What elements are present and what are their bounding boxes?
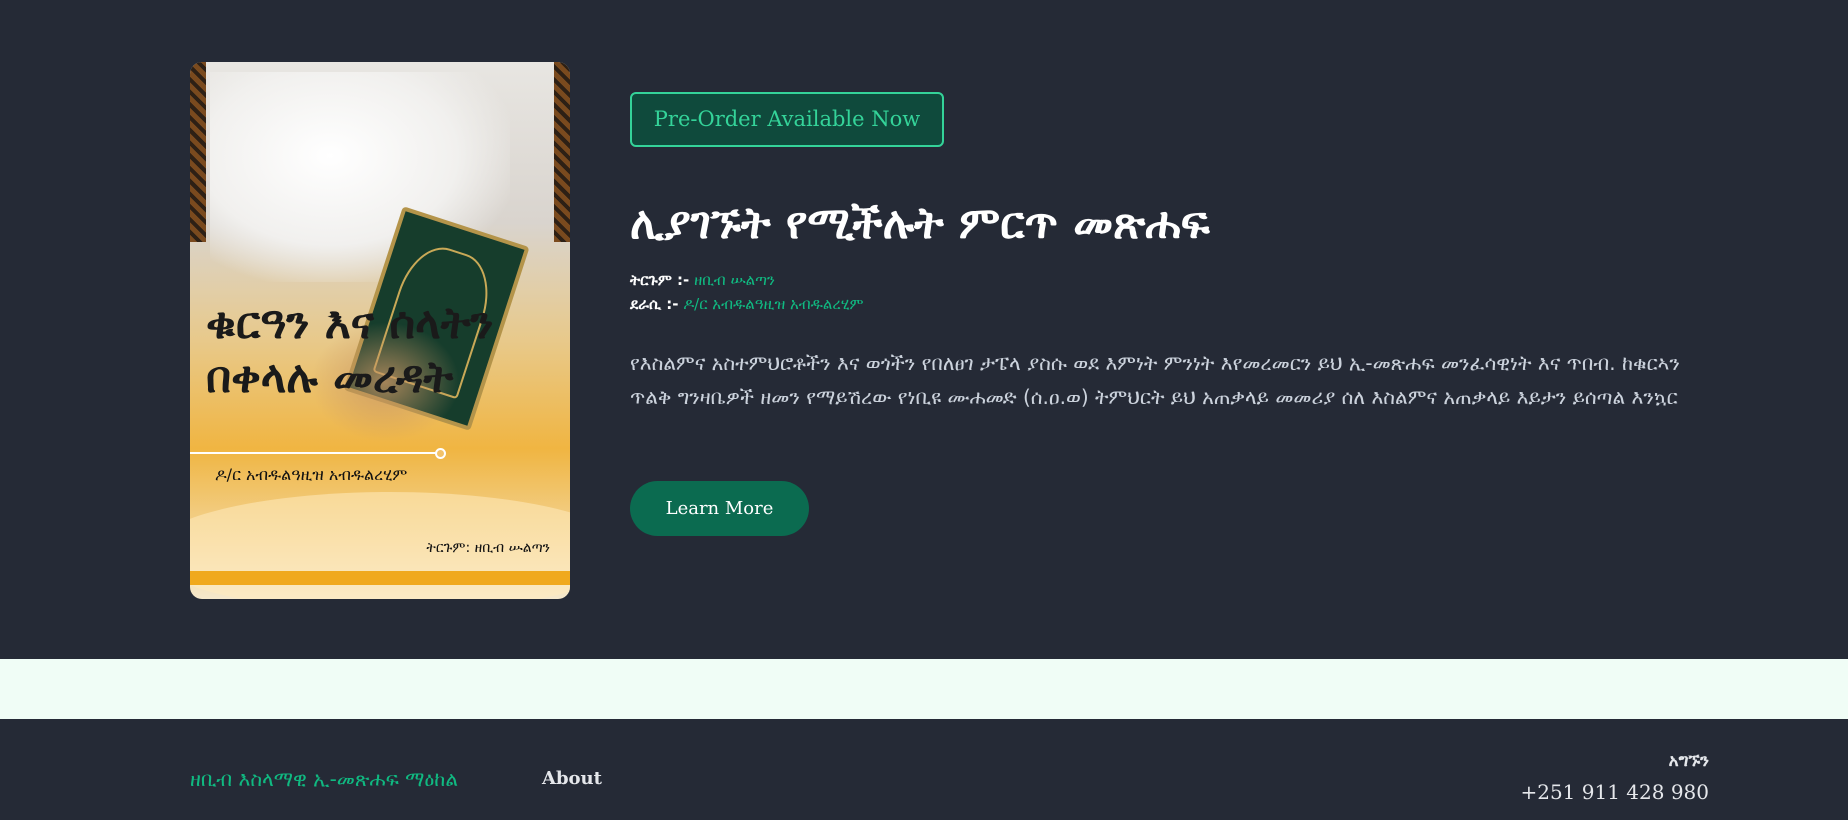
learn-more-button[interactable]: Learn More bbox=[630, 481, 809, 536]
footer: ዘቢብ እስላማዊ ኢ-መጽሐፍ ማዕከል About አግኙን +251 91… bbox=[0, 719, 1848, 820]
page-title: ሊያገኙት የሚችሉት ምርጥ መጽሐፍ bbox=[630, 198, 1210, 249]
cover-translator: ትርጉም: ዘቢብ ሡልጣን bbox=[426, 540, 550, 556]
cover-pattern-right bbox=[554, 62, 570, 242]
cover-title: ቁርዓን እና ሰላትን በቀላሉ መረዳት bbox=[206, 298, 494, 403]
book-description: የእስልምና አስተምህሮቶችን እና ወጎችን የበለፀገ ታፔላ ያስሱ ወ… bbox=[630, 351, 1680, 409]
cover-pattern-left bbox=[190, 62, 206, 242]
author-label: ደራሲ :- bbox=[630, 295, 679, 313]
cover-author: ዶ/ር አብዱልዓዚዝ አብዱልረሂም bbox=[215, 465, 408, 484]
translator-label: ትርጉም :- bbox=[630, 271, 690, 289]
footer-brand-link[interactable]: ዘቢብ እስላማዊ ኢ-መጽሐፍ ማዕከል bbox=[190, 767, 458, 791]
author-value: ዶ/ር አብዱልዓዚዝ አብዱልረሂም bbox=[683, 295, 864, 313]
hero-section: ቁርዓን እና ሰላትን በቀላሉ መረዳት ዶ/ር አብዱልዓዚዝ አብዱልረ… bbox=[0, 0, 1848, 659]
contact-phone[interactable]: +251 911 428 980 bbox=[1520, 780, 1709, 804]
footer-about-link[interactable]: About bbox=[542, 768, 602, 789]
preorder-badge: Pre-Order Available Now bbox=[630, 92, 944, 147]
contact-heading: አግኙን bbox=[1668, 751, 1709, 771]
cover-divider bbox=[190, 448, 446, 459]
translator-value: ዘቢብ ሡልጣን bbox=[694, 271, 775, 289]
cover-bottom-band bbox=[190, 571, 570, 585]
section-spacer bbox=[0, 659, 1848, 719]
book-cover-image: ቁርዓን እና ሰላትን በቀላሉ መረዳት ዶ/ር አብዱልዓዚዝ አብዱልረ… bbox=[190, 62, 570, 599]
author-line: ደራሲ :- ዶ/ር አብዱልዓዚዝ አብዱልረሂም bbox=[630, 292, 864, 316]
translator-line: ትርጉም :- ዘቢብ ሡልጣን bbox=[630, 268, 775, 292]
